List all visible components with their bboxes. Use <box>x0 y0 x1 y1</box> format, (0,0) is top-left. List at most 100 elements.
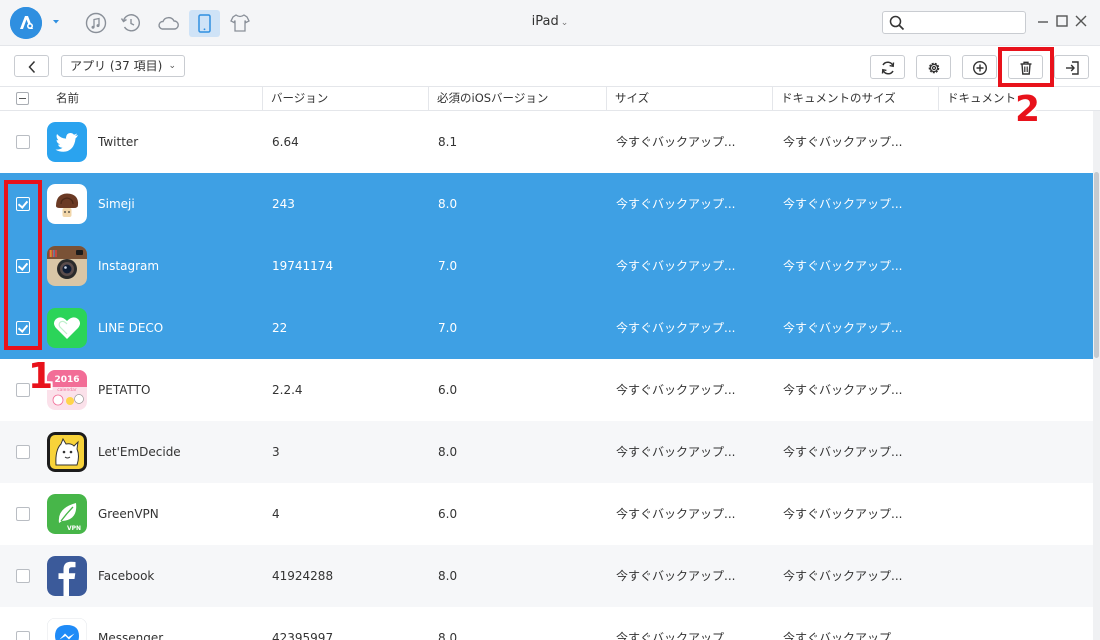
facebook-app-icon <box>47 556 87 596</box>
toolbar: アプリ (37 項目) ⌄ <box>0 46 1100 86</box>
app-doc-size: 今すぐバックアップ... <box>783 135 903 149</box>
annotation-box-checkboxes <box>4 180 42 350</box>
maximize-icon[interactable] <box>1055 14 1069 28</box>
app-name: Simeji <box>98 197 135 211</box>
app-ios-version: 6.0 <box>438 383 458 397</box>
device-name: iPad <box>531 14 559 29</box>
app-ios-version: 8.0 <box>438 569 458 583</box>
app-version: 243 <box>272 197 295 211</box>
app-name: Let'EmDecide <box>98 445 181 459</box>
greenvpn-app-icon: VPN <box>47 494 87 534</box>
app-doc-size: 今すぐバックアップ... <box>783 321 903 335</box>
app-version: 19741174 <box>272 259 334 273</box>
device-chevron-down-icon: ⌄ <box>560 18 569 28</box>
app-name: GreenVPN <box>98 507 159 521</box>
app-doc-size: 今すぐバックアップ... <box>783 569 903 583</box>
table-header: 名前 バージョン 必須のiOSバージョン サイズ ドキュメントのサイズ ドキュメ… <box>0 86 1100 111</box>
export-button[interactable] <box>1054 55 1089 79</box>
category-dropdown[interactable]: アプリ (37 項目) ⌄ <box>61 55 185 77</box>
table-row[interactable]: Messenger 42395997 8.0 今すぐバックアップ... 今すぐバ… <box>0 607 1093 640</box>
search-box[interactable] <box>882 11 1026 34</box>
app-name: Twitter <box>98 135 139 149</box>
simeji-app-icon <box>47 184 87 224</box>
instagram-app-icon <box>47 246 87 286</box>
messenger-app-icon <box>47 618 87 640</box>
twitter-app-icon <box>47 122 87 162</box>
app-version: 3 <box>272 445 280 459</box>
table-row[interactable]: Simeji 243 8.0 今すぐバックアップ... 今すぐバックアップ... <box>0 173 1093 235</box>
petatto-year: 2016 <box>54 375 79 385</box>
app-doc-size: 今すぐバックアップ... <box>783 197 903 211</box>
logo-chevron-down-icon[interactable] <box>50 16 62 28</box>
refresh-button[interactable] <box>870 55 905 79</box>
music-icon[interactable] <box>83 10 109 36</box>
app-size: 今すぐバックアップ... <box>616 321 736 335</box>
app-doc-size: 今すぐバックアップ... <box>783 507 903 521</box>
minimize-icon[interactable] <box>1036 14 1050 28</box>
back-button[interactable] <box>14 55 49 77</box>
chevron-left-icon <box>28 60 36 74</box>
app-name: Messenger <box>98 631 164 640</box>
app-version: 2.2.4 <box>272 383 303 397</box>
table-row[interactable]: Facebook 41924288 8.0 今すぐバックアップ... 今すぐバッ… <box>0 545 1093 607</box>
app-ios-version: 8.0 <box>438 197 458 211</box>
app-doc-size: 今すぐバックアップ... <box>783 259 903 273</box>
column-header-ios[interactable]: 必須のiOSバージョン <box>428 87 606 110</box>
app-ios-version: 7.0 <box>438 259 458 273</box>
app-version: 6.64 <box>272 135 299 149</box>
column-header-doc-size[interactable]: ドキュメントのサイズ <box>772 87 938 110</box>
row-checkbox[interactable] <box>16 135 30 149</box>
annotation-number-2: 2 <box>1015 89 1041 130</box>
history-icon[interactable] <box>118 10 144 36</box>
device-icon[interactable] <box>189 10 220 37</box>
settings-button[interactable] <box>916 55 951 79</box>
table-row[interactable]: LINE DECO 22 7.0 今すぐバックアップ... 今すぐバックアップ.… <box>0 297 1093 359</box>
row-checkbox[interactable] <box>16 569 30 583</box>
row-checkbox[interactable] <box>16 445 30 459</box>
petatto-subtitle: calendar <box>57 387 77 393</box>
row-checkbox[interactable] <box>16 631 30 640</box>
scrollbar-thumb[interactable] <box>1094 172 1099 358</box>
app-list: Twitter 6.64 8.1 今すぐバックアップ... 今すぐバックアップ.… <box>0 111 1100 640</box>
table-row[interactable]: 2016 calendar PETATTO 2.2.4 6.0 今すぐバックアッ… <box>0 359 1093 421</box>
search-input[interactable] <box>909 14 1021 31</box>
app-size: 今すぐバックアップ... <box>616 445 736 459</box>
app-doc-size: 今すぐバックアップ... <box>783 383 903 397</box>
table-row[interactable]: Instagram 19741174 7.0 今すぐバックアップ... 今すぐバ… <box>0 235 1093 297</box>
app-version: 22 <box>272 321 288 335</box>
close-icon[interactable] <box>1074 14 1088 28</box>
column-header-name[interactable]: 名前 <box>48 87 262 110</box>
app-name: PETATTO <box>98 383 151 397</box>
add-button[interactable] <box>962 55 997 79</box>
cloud-icon[interactable] <box>155 10 181 36</box>
app-size: 今すぐバックアップ... <box>616 569 736 583</box>
app-name: Instagram <box>98 259 160 273</box>
app-size: 今すぐバックアップ... <box>616 197 736 211</box>
app-size: 今すぐバックアップ... <box>616 135 736 149</box>
row-checkbox[interactable] <box>16 507 30 521</box>
title-bar: iPad ⌄ <box>0 0 1100 46</box>
shirt-icon[interactable] <box>227 10 253 36</box>
app-doc-size: 今すぐバックアップ... <box>783 631 903 640</box>
app-size: 今すぐバックアップ... <box>616 259 736 273</box>
app-version: 42395997 <box>272 631 334 640</box>
gear-icon <box>928 62 940 74</box>
app-ios-version: 6.0 <box>438 507 458 521</box>
column-header-version[interactable]: バージョン <box>262 87 428 110</box>
table-row[interactable]: Let'EmDecide 3 8.0 今すぐバックアップ... 今すぐバックアッ… <box>0 421 1093 483</box>
vpn-label: VPN <box>67 525 81 532</box>
column-header-size[interactable]: サイズ <box>606 87 772 110</box>
app-logo-icon[interactable] <box>10 7 42 39</box>
app-size: 今すぐバックアップ... <box>616 507 736 521</box>
table-row[interactable]: Twitter 6.64 8.1 今すぐバックアップ... 今すぐバックアップ.… <box>0 111 1093 173</box>
device-selector[interactable]: iPad ⌄ <box>510 14 590 29</box>
app-size: 今すぐバックアップ... <box>616 631 736 640</box>
table-row[interactable]: VPN GreenVPN 4 6.0 今すぐバックアップ... 今すぐバックアッ… <box>0 483 1093 545</box>
app-version: 41924288 <box>272 569 334 583</box>
line-deco-app-icon <box>47 308 87 348</box>
search-icon <box>889 15 905 31</box>
app-version: 4 <box>272 507 280 521</box>
app-ios-version: 8.0 <box>438 631 458 640</box>
app-name: Facebook <box>98 569 155 583</box>
select-all-checkbox[interactable] <box>16 92 29 105</box>
